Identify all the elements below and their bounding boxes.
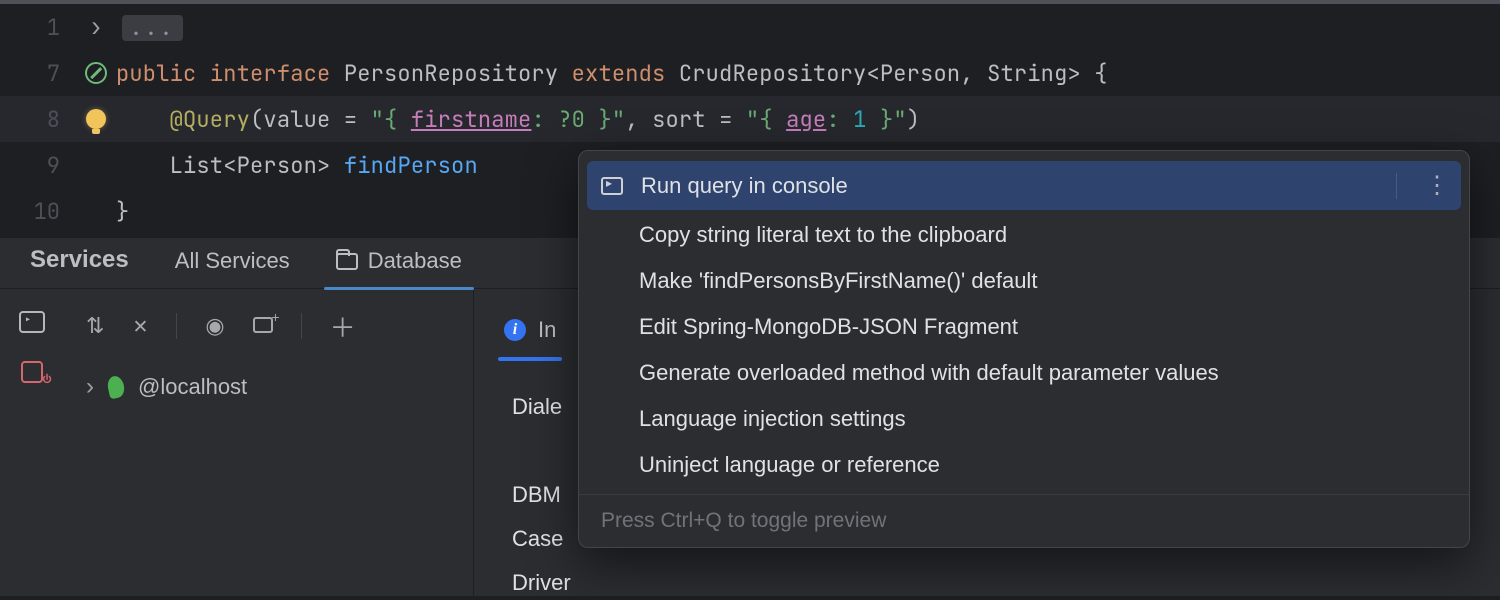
more-options-icon[interactable] xyxy=(1425,171,1449,200)
console-icon[interactable] xyxy=(19,311,45,333)
info-tab[interactable]: i In xyxy=(504,317,556,361)
intention-item[interactable]: Edit Spring-MongoDB-JSON Fragment xyxy=(579,304,1469,350)
gutter-no-override-icon[interactable] xyxy=(76,62,116,84)
intention-item[interactable]: Copy string literal text to the clipboar… xyxy=(579,212,1469,258)
popup-footer-hint: Press Ctrl+Q to toggle preview xyxy=(579,494,1469,547)
intention-list: Run query in console Copy string literal … xyxy=(579,151,1469,494)
tab-database[interactable]: Database xyxy=(332,240,466,288)
code-text[interactable]: public interface PersonRepository extend… xyxy=(116,59,1500,88)
intention-label: Edit Spring-MongoDB-JSON Fragment xyxy=(639,314,1018,340)
line-number: 9 xyxy=(0,151,76,180)
tab-all-services[interactable]: All Services xyxy=(171,240,294,288)
intention-item[interactable]: Generate overloaded method with default … xyxy=(579,350,1469,396)
intention-label: Make 'findPersonsByFirstName()' default xyxy=(639,268,1037,294)
services-toolbar xyxy=(64,303,473,349)
db-disconnect-icon[interactable] xyxy=(21,361,43,383)
folded-region[interactable]: ... xyxy=(122,15,183,41)
separator xyxy=(301,313,302,339)
editor-line[interactable]: 1 ... xyxy=(0,4,1500,50)
open-tab-icon[interactable] xyxy=(253,317,273,333)
fold-chevron-icon[interactable] xyxy=(76,12,116,43)
info-icon: i xyxy=(504,319,526,341)
intention-label: Copy string literal text to the clipboar… xyxy=(639,222,1007,248)
editor-line[interactable]: 7 public interface PersonRepository exte… xyxy=(0,50,1500,96)
tool-rail xyxy=(0,289,64,600)
intention-bulb-icon[interactable] xyxy=(76,109,116,129)
editor-line-current[interactable]: 8 @Query(value = "{ firstname: ?0 }", so… xyxy=(0,96,1500,142)
line-number: 7 xyxy=(0,59,76,88)
intention-label: Uninject language or reference xyxy=(639,452,940,478)
intention-item[interactable]: Language injection settings xyxy=(579,396,1469,442)
services-tree[interactable]: @localhost xyxy=(64,349,473,407)
intention-label: Run query in console xyxy=(641,173,848,199)
services-tree-panel: @localhost xyxy=(64,289,474,600)
chevron-right-icon[interactable] xyxy=(86,373,94,401)
mongodb-leaf-icon xyxy=(106,375,126,400)
tab-label: Database xyxy=(368,248,462,274)
separator xyxy=(176,313,177,339)
add-icon[interactable] xyxy=(330,308,356,345)
run-console-icon xyxy=(601,177,623,195)
intention-popup: Run query in console Copy string literal … xyxy=(578,150,1470,548)
intention-item[interactable]: Uninject language or reference xyxy=(579,442,1469,488)
datasource-label: @localhost xyxy=(138,374,247,400)
intention-item[interactable]: Run query in console xyxy=(587,161,1461,210)
datasource-node[interactable]: @localhost xyxy=(68,367,473,407)
line-number: 8 xyxy=(0,105,76,134)
folder-icon xyxy=(336,253,358,270)
close-icon[interactable] xyxy=(132,313,148,339)
line-number: 1 xyxy=(0,13,76,42)
code-text[interactable]: @Query(value = "{ firstname: ?0 }", sort… xyxy=(116,105,1500,134)
sort-icon[interactable] xyxy=(86,313,104,339)
intention-item[interactable]: Make 'findPersonsByFirstName()' default xyxy=(579,258,1469,304)
intention-label: Generate overloaded method with default … xyxy=(639,360,1219,386)
tool-window-title: Services xyxy=(26,238,133,288)
line-number: 10 xyxy=(0,197,76,226)
property-row: Driver xyxy=(512,561,1500,600)
intention-label: Language injection settings xyxy=(639,406,906,432)
view-mode-icon[interactable] xyxy=(205,313,224,339)
info-tab-label: In xyxy=(538,317,556,343)
